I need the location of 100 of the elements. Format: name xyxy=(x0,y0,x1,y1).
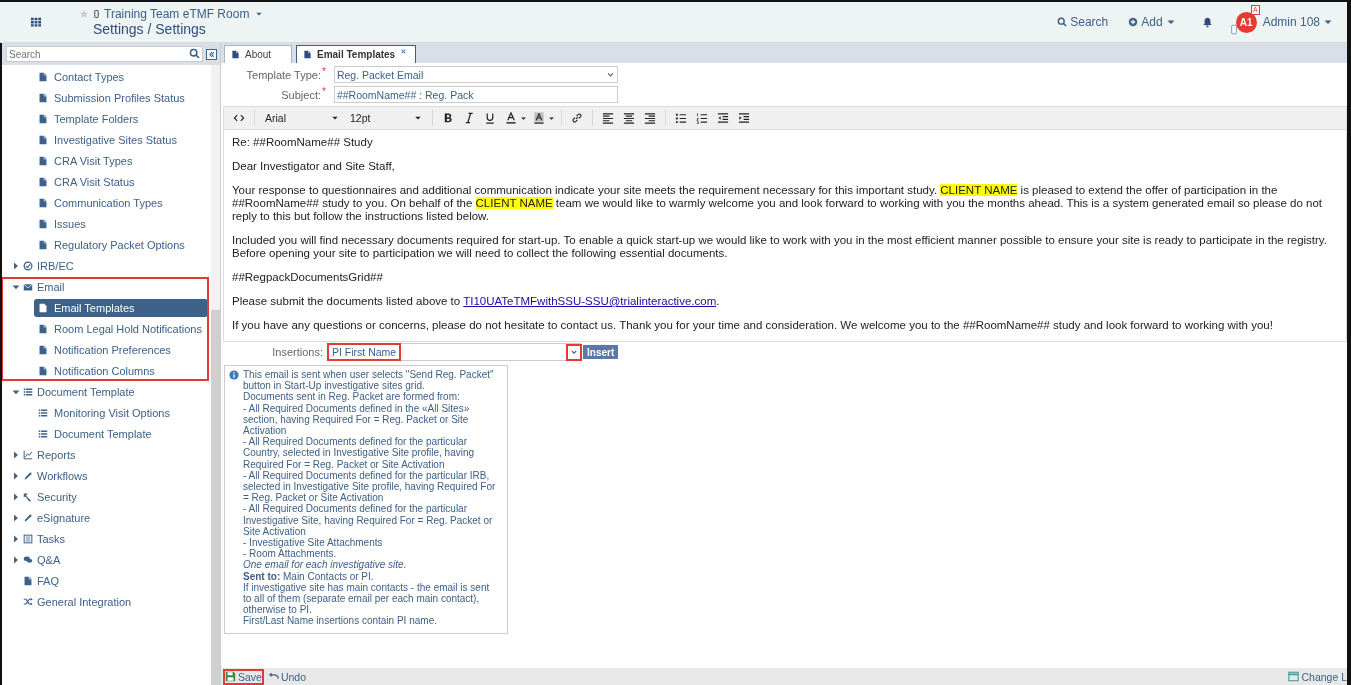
page-icon xyxy=(38,366,48,376)
tree-item[interactable]: Security xyxy=(2,488,200,506)
add-button[interactable]: Add xyxy=(1128,15,1176,29)
page-icon xyxy=(38,177,48,187)
tree-item[interactable]: Monitoring Visit Options xyxy=(34,404,200,422)
tree-item[interactable]: Communication Types xyxy=(34,194,208,212)
italic-icon xyxy=(463,112,475,124)
template-type-dropdown[interactable]: Reg. Packet Email xyxy=(333,66,618,83)
insert-button[interactable]: Insert xyxy=(583,345,619,359)
page-icon xyxy=(231,50,240,59)
list-icon xyxy=(23,387,33,397)
scrollbar-thumb[interactable] xyxy=(211,310,220,685)
paragraph: ##RegpackDocumentsGrid## xyxy=(232,271,384,284)
page-icon xyxy=(38,324,48,334)
page-icon xyxy=(38,156,48,166)
chevron-down-icon xyxy=(570,348,578,356)
chart-icon xyxy=(23,450,33,460)
page-icon xyxy=(38,219,48,229)
search-field[interactable]: Search xyxy=(6,46,203,62)
tree-item[interactable]: Q&A xyxy=(2,551,200,569)
tree-item[interactable]: Issues xyxy=(34,215,208,233)
caret-icon xyxy=(255,10,264,18)
tree-item[interactable]: Submission Profiles Status xyxy=(34,89,208,107)
phone-icon xyxy=(92,9,101,19)
required-asterisk: * xyxy=(322,66,326,77)
pencil-icon xyxy=(23,471,33,481)
paragraph: Re: ##RoomName## Study xyxy=(232,136,374,149)
bold-icon xyxy=(442,112,454,124)
numbered-list-icon xyxy=(696,112,708,124)
star-icon xyxy=(79,9,89,19)
table-icon xyxy=(23,534,33,544)
caret-icon xyxy=(548,114,555,122)
page-icon xyxy=(38,303,48,313)
tree-item[interactable]: Template Folders xyxy=(34,110,208,128)
tree-item[interactable]: CRA Visit Status xyxy=(34,173,208,191)
bell-icon xyxy=(1201,16,1213,28)
page-icon xyxy=(38,198,48,208)
tree-item[interactable]: Regulatory Packet Options xyxy=(34,236,208,254)
caret-icon xyxy=(520,114,527,122)
indent-icon xyxy=(738,112,750,124)
tree-item[interactable]: Tasks xyxy=(2,530,200,548)
page-icon xyxy=(23,576,33,586)
page-icon xyxy=(38,135,48,145)
tree-item[interactable]: Workflows xyxy=(2,467,200,485)
tree-item[interactable]: eSignature xyxy=(2,509,200,527)
tree-item[interactable]: Document Template xyxy=(34,425,200,443)
app-grid-icon xyxy=(30,16,42,28)
undo-arrow-icon xyxy=(267,671,279,682)
editor-area[interactable] xyxy=(223,130,1347,342)
link-icon xyxy=(571,112,583,124)
paragraph: Your response to questionnaires and additional communication indicate your site meets the requirement necessary for this important study. CLIENT NAME is pleased to extend the offer of participation in the ##RoomName## study to you. On behalf of the CLIENT NAME team we would like to warmly welcome you and look forward to working with you the months ahead. This is a system generated email so please do not reply to this but follow the instructions listed below. xyxy=(232,184,1324,223)
room-selector[interactable]: Training Team eTMF Room xyxy=(104,7,264,21)
page-icon xyxy=(38,240,48,250)
dropdown-button[interactable] xyxy=(568,345,580,359)
tab[interactable]: About xyxy=(224,45,292,63)
info-text: This email is sent when user selects "Send Reg. Packet" button in Start-Up investigative sites grid. Documents sent in Reg. Packet are formed from: - All Required Documents defined in the «All Sites» section, having Required For = Reg. Packet or Site Activation - All Required Documents defined for the particular Country, selected in Investigative Site profile, having Required For = Reg. Packet or Site Activation - All Required Documents defined for the particular IRB, selected in Investigative Site profile, having Required For = Reg. Packet or Site Activation - All Required Documents defined for the particular Investigative Site, having Required For = Reg. Packet or Site Activation - Investigative Site Attachments - Room Attachments. One email for each investigative site. Sent to: Main Contacts or PI. If investigative site has main contacts - the email is sent to all of them (separate email per each main contact), otherwise to PI. First/Last Name insertions contain PI name. xyxy=(243,369,497,627)
page-icon xyxy=(38,72,48,82)
list-icon xyxy=(38,429,48,439)
undo-button[interactable]: Undo xyxy=(267,670,307,683)
text-color-icon xyxy=(505,112,517,124)
change-log-button[interactable]: Change L xyxy=(1288,670,1347,683)
field-label: Insertions: xyxy=(271,346,323,358)
underline-icon xyxy=(484,112,496,124)
paragraph: Included you will find necessary documents required for start-up. To enable a quick start-up we would like to work with you in the most efficient manner possible to ensure your site is ready to participate in the registry. Before opening your site to participation we will need to collect the following essential documents. xyxy=(232,234,1328,260)
required-asterisk: * xyxy=(322,86,326,97)
subject-field[interactable]: ##RoomName## : Reg. Pack xyxy=(333,86,618,103)
tree-item[interactable]: FAQ xyxy=(2,572,200,590)
user-avatar: A1 xyxy=(1235,11,1257,33)
tab[interactable]: Email Templates xyxy=(296,45,417,63)
pencil-icon xyxy=(23,513,33,523)
tree-item[interactable]: General Integration xyxy=(2,593,200,611)
font-family-dropdown[interactable]: Arial xyxy=(261,112,343,124)
tree-item[interactable]: Notification Columns xyxy=(34,362,208,380)
save-button[interactable]: Save xyxy=(225,670,262,683)
caret-icon xyxy=(414,114,422,122)
paragraph: If you have any questions or concerns, please do not hesitate to contact us. Thank you for your time and consideration. We welcome you to the ##RoomName## study and look forward to working with you! xyxy=(232,319,1274,332)
tree-item[interactable]: Investigative Sites Status xyxy=(34,131,208,149)
tree-item[interactable]: Email xyxy=(2,278,208,296)
page-title: Settings / Settings xyxy=(93,21,207,37)
search-button[interactable]: Search xyxy=(1057,15,1109,29)
tree-item[interactable]: Reports xyxy=(2,446,200,464)
tree-item[interactable]: Email Templates xyxy=(34,299,208,317)
align-left-icon xyxy=(602,112,614,124)
tree-item[interactable]: CRA Visit Types xyxy=(34,152,208,170)
tree-item[interactable]: Contact Types xyxy=(34,68,208,86)
page-icon xyxy=(38,345,48,355)
font-size-dropdown[interactable]: 12pt xyxy=(346,112,426,124)
user-menu[interactable]: Admin 108 xyxy=(1262,15,1333,29)
caret-icon xyxy=(331,114,339,122)
field-label: Template Type: xyxy=(245,68,321,81)
bulleted-list-icon xyxy=(675,112,687,124)
speech-bubbles-icon xyxy=(23,555,33,565)
page-icon xyxy=(38,93,48,103)
collapse-sidebar-button[interactable] xyxy=(206,48,217,60)
tree-item[interactable]: IRB/EC xyxy=(2,257,200,275)
tree-item[interactable]: Room Legal Hold Notifications xyxy=(34,320,208,338)
tree-item[interactable]: Notification Preferences xyxy=(34,341,208,359)
tree-item[interactable]: Document Template xyxy=(2,383,200,401)
outdent-icon xyxy=(717,112,729,124)
paragraph: Please submit the documents listed above to TI10UATeTMFwithSSU-SSU@trialinteractive.com. xyxy=(232,295,721,308)
